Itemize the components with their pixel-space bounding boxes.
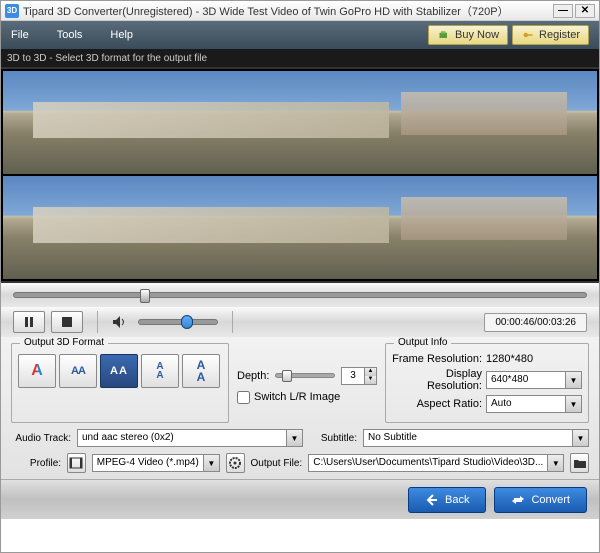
frame-resolution-value: 1280*480 bbox=[486, 353, 582, 365]
back-button[interactable]: Back bbox=[408, 487, 486, 513]
profile-select[interactable]: MPEG-4 Video (*.mp4) ▼ bbox=[92, 454, 220, 472]
depth-thumb[interactable] bbox=[282, 370, 292, 382]
separator bbox=[97, 311, 98, 333]
stop-icon bbox=[62, 317, 72, 327]
close-button[interactable]: ✕ bbox=[575, 4, 595, 18]
menu-help[interactable]: Help bbox=[110, 29, 133, 41]
stop-button[interactable] bbox=[51, 311, 83, 333]
subtitle-label: Subtitle: bbox=[309, 433, 357, 444]
format-sbs-full-button[interactable]: AA bbox=[100, 354, 138, 388]
output-info-group: Output Info Frame Resolution: 1280*480 D… bbox=[385, 343, 589, 423]
volume-slider[interactable] bbox=[138, 319, 218, 325]
settings-panel: Output 3D Format A AA AA A A A A Depth: … bbox=[1, 337, 599, 479]
title-bar: 3D Tipard 3D Converter(Unregistered) - 3… bbox=[1, 1, 599, 21]
output-info-legend: Output Info bbox=[394, 337, 451, 348]
timeline bbox=[1, 283, 599, 307]
format-tb-half-button[interactable]: A A bbox=[141, 354, 179, 388]
chevron-down-icon[interactable]: ▼ bbox=[547, 455, 563, 471]
gear-icon bbox=[229, 457, 241, 469]
register-label: Register bbox=[539, 29, 580, 41]
chevron-down-icon[interactable]: ▼ bbox=[572, 430, 588, 446]
audio-track-label: Audio Track: bbox=[11, 433, 71, 444]
minimize-button[interactable]: — bbox=[553, 4, 573, 18]
audio-track-value: und aac stereo (0x2) bbox=[78, 430, 286, 446]
menu-file[interactable]: File bbox=[11, 29, 29, 41]
output-file-field[interactable]: C:\Users\User\Documents\Tipard Studio\Vi… bbox=[308, 454, 564, 472]
app-icon: 3D bbox=[5, 4, 19, 18]
profile-value: MPEG-4 Video (*.mp4) bbox=[93, 455, 203, 471]
depth-input[interactable] bbox=[342, 368, 364, 384]
output-format-group: Output 3D Format A AA AA A A A A bbox=[11, 343, 229, 423]
audio-track-select[interactable]: und aac stereo (0x2) ▼ bbox=[77, 429, 303, 447]
depth-down[interactable]: ▼ bbox=[365, 376, 376, 384]
browse-output-button[interactable] bbox=[570, 453, 589, 473]
depth-controls: Depth: ▲▼ Switch L/R Image bbox=[237, 343, 377, 423]
profile-settings-button[interactable] bbox=[226, 453, 245, 473]
volume-icon bbox=[112, 315, 126, 329]
separator bbox=[232, 311, 233, 333]
convert-button[interactable]: Convert bbox=[494, 487, 587, 513]
seek-thumb[interactable] bbox=[140, 289, 150, 303]
video-preview bbox=[1, 67, 599, 283]
chevron-down-icon[interactable]: ▼ bbox=[203, 455, 219, 471]
subtitle-value: No Subtitle bbox=[364, 430, 572, 446]
pause-button[interactable] bbox=[13, 311, 45, 333]
cart-icon bbox=[437, 29, 451, 41]
output-file-label: Output File: bbox=[251, 458, 303, 469]
menu-tools[interactable]: Tools bbox=[57, 29, 83, 41]
display-resolution-value: 640*480 bbox=[487, 372, 565, 388]
subtitle-select[interactable]: No Subtitle ▼ bbox=[363, 429, 589, 447]
output-file-value: C:\Users\User\Documents\Tipard Studio\Vi… bbox=[309, 455, 547, 471]
buy-now-label: Buy Now bbox=[455, 29, 499, 41]
seek-slider[interactable] bbox=[13, 292, 587, 298]
key-icon bbox=[521, 29, 535, 41]
video-format-icon bbox=[69, 457, 83, 469]
output-format-legend: Output 3D Format bbox=[20, 337, 108, 348]
footer-bar: Back Convert bbox=[1, 479, 599, 519]
time-display: 00:00:46/00:03:26 bbox=[484, 313, 587, 332]
folder-icon bbox=[573, 458, 587, 469]
switch-lr-label: Switch L/R Image bbox=[254, 391, 340, 403]
depth-spinner[interactable]: ▲▼ bbox=[341, 367, 377, 385]
display-resolution-label: Display Resolution: bbox=[392, 368, 486, 392]
depth-up[interactable]: ▲ bbox=[365, 368, 376, 376]
frame-resolution-label: Frame Resolution: bbox=[392, 353, 486, 365]
profile-icon-button[interactable] bbox=[67, 453, 86, 473]
chevron-down-icon[interactable]: ▼ bbox=[565, 372, 581, 388]
mode-header: 3D to 3D - Select 3D format for the outp… bbox=[1, 49, 599, 67]
video-preview-bottom bbox=[3, 176, 597, 279]
window-title: Tipard 3D Converter(Unregistered) - 3D W… bbox=[23, 3, 551, 19]
chevron-down-icon[interactable]: ▼ bbox=[565, 396, 581, 412]
convert-icon bbox=[511, 493, 525, 507]
back-label: Back bbox=[445, 494, 469, 506]
video-preview-top bbox=[3, 71, 597, 174]
depth-slider[interactable] bbox=[275, 373, 335, 378]
chevron-down-icon[interactable]: ▼ bbox=[286, 430, 302, 446]
switch-lr-checkbox[interactable] bbox=[237, 391, 250, 404]
playback-controls: 00:00:46/00:03:26 bbox=[1, 307, 599, 337]
aspect-ratio-select[interactable]: Auto ▼ bbox=[486, 395, 582, 413]
format-sbs-half-button[interactable]: AA bbox=[59, 354, 97, 388]
anaglyph-icon: A bbox=[31, 362, 43, 380]
pause-icon bbox=[24, 317, 34, 327]
register-button[interactable]: Register bbox=[512, 25, 589, 45]
menu-bar: File Tools Help Buy Now Register bbox=[1, 21, 599, 49]
convert-label: Convert bbox=[531, 494, 570, 506]
format-tb-full-button[interactable]: A A bbox=[182, 354, 220, 388]
depth-label: Depth: bbox=[237, 370, 269, 382]
format-anaglyph-button[interactable]: A bbox=[18, 354, 56, 388]
back-arrow-icon bbox=[425, 493, 439, 507]
aspect-ratio-value: Auto bbox=[487, 396, 565, 412]
profile-label: Profile: bbox=[11, 458, 61, 469]
buy-now-button[interactable]: Buy Now bbox=[428, 25, 508, 45]
display-resolution-select[interactable]: 640*480 ▼ bbox=[486, 371, 582, 389]
aspect-ratio-label: Aspect Ratio: bbox=[392, 398, 486, 410]
volume-thumb[interactable] bbox=[181, 315, 193, 329]
